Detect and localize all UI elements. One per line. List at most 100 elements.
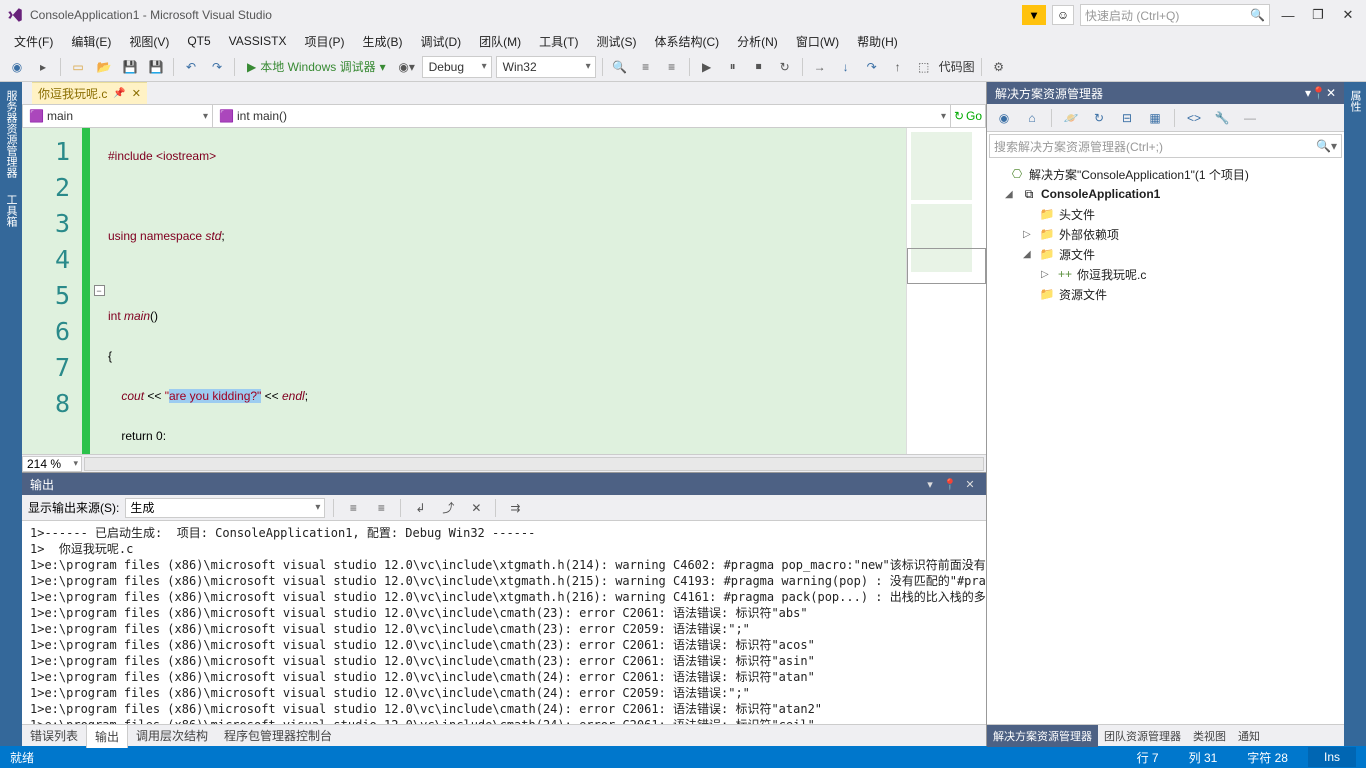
tree-solution[interactable]: ⎔解决方案"ConsoleApplication1"(1 个项目) — [987, 164, 1344, 184]
solexp-search[interactable]: 搜索解决方案资源管理器(Ctrl+;)🔍▾ — [989, 134, 1342, 158]
code-editor[interactable]: 12345678 − #include <iostream> using nam… — [22, 128, 906, 454]
close-tab-icon[interactable]: ✕ — [132, 87, 141, 100]
properties-tab[interactable]: 属性 — [1345, 86, 1365, 116]
se-more-icon[interactable]: — — [1239, 107, 1261, 129]
btab-pkgmgr[interactable]: 程序包管理器控制台 — [216, 724, 340, 747]
scope-combo[interactable]: 🟪main — [23, 105, 213, 127]
menu-test[interactable]: 测试(S) — [588, 31, 644, 52]
go-button[interactable]: ↻Go — [951, 105, 985, 127]
output-source-combo[interactable]: 生成 — [125, 498, 325, 518]
tree-file[interactable]: ▷++你逗我玩呢.c — [987, 264, 1344, 284]
solexp-header[interactable]: 解决方案资源管理器 ▾ 📍 ✕ — [987, 82, 1344, 104]
step-into-icon[interactable]: ↓ — [835, 56, 857, 78]
out-clear-icon[interactable]: ≡ — [342, 497, 364, 519]
tree-sources[interactable]: ◢📁源文件 — [987, 244, 1344, 264]
new-project-icon[interactable]: ▭ — [67, 56, 89, 78]
feedback-icon[interactable]: ☺ — [1052, 5, 1074, 25]
open-icon[interactable]: 📂 — [93, 56, 115, 78]
output-header[interactable]: 输出 ▾ 📍 ✕ — [22, 473, 986, 495]
hex-icon[interactable]: ⬚ — [913, 56, 935, 78]
menu-team[interactable]: 团队(M) — [471, 31, 529, 52]
output-pin-icon[interactable]: 📍 — [942, 476, 958, 492]
menu-arch[interactable]: 体系结构(C) — [646, 31, 727, 52]
solexp-pin-icon[interactable]: 📍 — [1311, 86, 1326, 100]
close-button[interactable]: ✕ — [1336, 5, 1360, 25]
minimize-button[interactable]: — — [1276, 5, 1300, 25]
debug-target-icon[interactable]: ◉▾ — [396, 56, 418, 78]
menu-qt5[interactable]: QT5 — [179, 32, 218, 50]
tree-project[interactable]: ◢⧉ConsoleApplication1 — [987, 184, 1344, 204]
stop-icon[interactable]: ⏹ — [748, 56, 770, 78]
se-props-icon[interactable]: 🔧 — [1211, 107, 1233, 129]
menu-window[interactable]: 窗口(W) — [788, 31, 847, 52]
out-clear2-icon[interactable]: ✕ — [465, 497, 487, 519]
save-icon[interactable]: 💾 — [119, 56, 141, 78]
quick-launch-input[interactable]: 快速启动 (Ctrl+Q)🔍 — [1080, 4, 1270, 26]
se-showall-icon[interactable]: ▦ — [1144, 107, 1166, 129]
se-home-icon[interactable]: ⌂ — [1021, 107, 1043, 129]
restore-button[interactable]: ❐ — [1306, 5, 1330, 25]
sbtab-notif[interactable]: 通知 — [1232, 725, 1266, 747]
start-wo-debug-icon[interactable]: ▶ — [696, 56, 718, 78]
se-refresh-icon[interactable]: ↻ — [1088, 107, 1110, 129]
horizontal-scrollbar[interactable] — [84, 457, 984, 471]
start-debug-button[interactable]: ▶ 本地 Windows 调试器 ▾ — [241, 56, 392, 78]
nav-back-icon[interactable]: ◉ — [6, 56, 28, 78]
step-icon[interactable]: → — [809, 56, 831, 78]
platform-combo[interactable]: Win32 — [496, 56, 596, 78]
save-all-icon[interactable]: 💾 — [145, 56, 167, 78]
restart-icon[interactable]: ↻ — [774, 56, 796, 78]
out-wrap-icon[interactable]: ↲ — [409, 497, 431, 519]
misc-icon[interactable]: ⚙ — [988, 56, 1010, 78]
comment-icon[interactable]: ≡ — [635, 56, 657, 78]
out-toggle-icon[interactable]: ≡ — [370, 497, 392, 519]
codemap-label[interactable]: 代码图 — [939, 58, 975, 75]
btab-errors[interactable]: 错误列表 — [22, 724, 86, 747]
zoom-combo[interactable]: 214 % — [22, 456, 82, 472]
out-next-icon[interactable]: ⇉ — [504, 497, 526, 519]
se-collapse-icon[interactable]: ⊟ — [1116, 107, 1138, 129]
server-explorer-tab[interactable]: 服务器资源管理器 — [1, 86, 21, 182]
file-tab[interactable]: 你逗我玩呢.c 📌 ✕ — [32, 82, 147, 104]
step-out-icon[interactable]: ↑ — [887, 56, 909, 78]
sbtab-team[interactable]: 团队资源管理器 — [1098, 725, 1187, 747]
solexp-close-icon[interactable]: ✕ — [1326, 86, 1336, 100]
menu-analyze[interactable]: 分析(N) — [729, 31, 786, 52]
minimap[interactable] — [906, 128, 986, 454]
sbtab-classview[interactable]: 类视图 — [1187, 725, 1232, 747]
pause-icon[interactable]: ⏸ — [722, 56, 744, 78]
menu-tools[interactable]: 工具(T) — [531, 31, 586, 52]
output-close-icon[interactable]: ✕ — [962, 476, 978, 492]
notification-icon[interactable]: ▾ — [1022, 5, 1046, 25]
redo-icon[interactable]: ↷ — [206, 56, 228, 78]
uncomment-icon[interactable]: ≡ — [661, 56, 683, 78]
member-combo[interactable]: 🟪int main() — [213, 105, 951, 127]
menu-build[interactable]: 生成(B) — [354, 31, 410, 52]
step-over-icon[interactable]: ↷ — [861, 56, 883, 78]
solution-tree[interactable]: ⎔解决方案"ConsoleApplication1"(1 个项目) ◢⧉Cons… — [987, 160, 1344, 724]
tree-headers[interactable]: 📁头文件 — [987, 204, 1344, 224]
tree-external[interactable]: ▷📁外部依赖项 — [987, 224, 1344, 244]
menu-edit[interactable]: 编辑(E) — [63, 31, 119, 52]
nav-fwd-icon[interactable]: ▸ — [32, 56, 54, 78]
menu-vassistx[interactable]: VASSISTX — [221, 32, 295, 50]
se-sync-icon[interactable]: 🪐 — [1060, 107, 1082, 129]
output-text[interactable]: 1>------ 已启动生成: 项目: ConsoleApplication1,… — [22, 521, 986, 724]
output-dropdown-icon[interactable]: ▾ — [922, 476, 938, 492]
find-icon[interactable]: 🔍 — [609, 56, 631, 78]
btab-output[interactable]: 输出 — [86, 724, 128, 748]
sbtab-solexp[interactable]: 解决方案资源管理器 — [987, 725, 1098, 747]
fold-toggle-icon[interactable]: − — [94, 285, 105, 296]
menu-debug[interactable]: 调试(D) — [412, 31, 469, 52]
menu-view[interactable]: 视图(V) — [121, 31, 177, 52]
pin-icon[interactable]: 📌 — [113, 88, 125, 99]
menu-project[interactable]: 项目(P) — [296, 31, 352, 52]
out-goto-icon[interactable]: ⤴ — [437, 497, 459, 519]
btab-callhier[interactable]: 调用层次结构 — [128, 724, 216, 747]
menu-help[interactable]: 帮助(H) — [849, 31, 906, 52]
tree-resources[interactable]: 📁资源文件 — [987, 284, 1344, 304]
se-back-icon[interactable]: ◉ — [993, 107, 1015, 129]
config-combo[interactable]: Debug — [422, 56, 492, 78]
undo-icon[interactable]: ↶ — [180, 56, 202, 78]
se-code-icon[interactable]: <> — [1183, 107, 1205, 129]
